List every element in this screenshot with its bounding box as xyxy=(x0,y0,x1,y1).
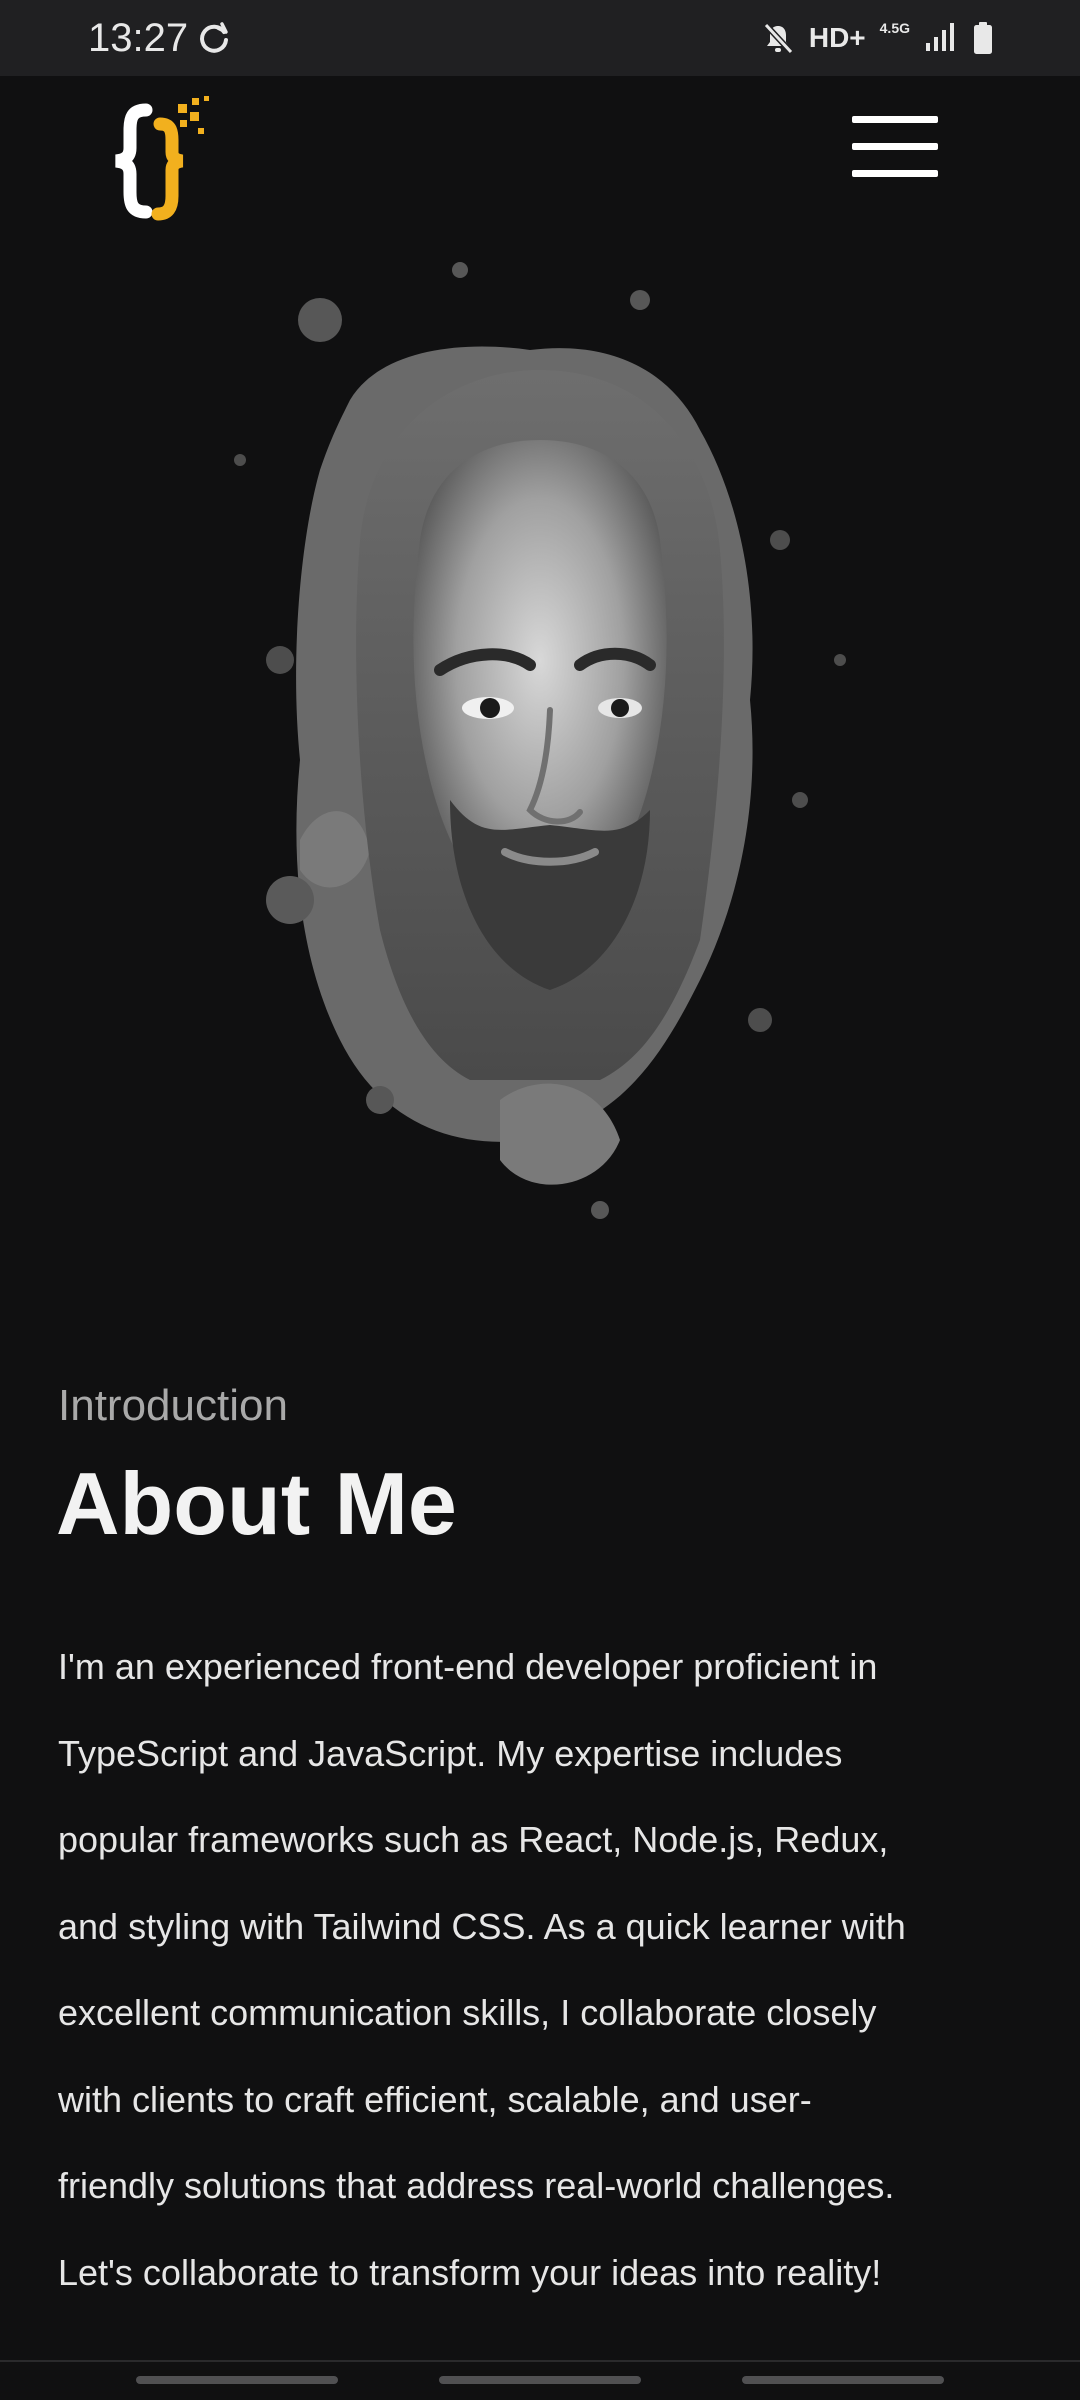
status-time: 13:27 xyxy=(88,16,189,60)
bio-line: TypeScript and JavaScript. My expertise … xyxy=(58,1732,843,1774)
page: 13:27 HD+ 4.5G Introduction About Me I'm… xyxy=(0,0,1080,2400)
hamburger-menu-icon xyxy=(852,116,938,123)
network-type: HD+ xyxy=(808,22,866,53)
page-title: About Me xyxy=(56,1454,457,1553)
mute-icon xyxy=(763,22,794,55)
status-icons: HD+ 4.5G xyxy=(761,16,994,60)
battery-icon xyxy=(974,22,992,54)
hamburger-menu-icon xyxy=(852,143,938,150)
status-bar: 13:27 HD+ 4.5G xyxy=(0,0,1080,76)
network-generation: 4.5G xyxy=(879,20,910,36)
site-header xyxy=(0,76,1080,226)
bio-line: I'm an experienced front-end developer p… xyxy=(58,1646,878,1687)
nav-pill-left[interactable] xyxy=(136,2376,338,2384)
bio-paragraph: I'm an experienced front-end developer p… xyxy=(58,1624,1028,2316)
nav-pill-center[interactable] xyxy=(439,2376,641,2384)
portrait-image xyxy=(234,262,846,1219)
nav-pill-right[interactable] xyxy=(742,2376,944,2384)
sync-icon xyxy=(200,22,228,53)
signal-icon xyxy=(926,23,954,51)
curly-braces-logo[interactable] xyxy=(108,96,218,226)
hamburger-menu-icon xyxy=(852,170,938,177)
bio-line: excellent communication skills, I collab… xyxy=(58,1992,877,2033)
navigation-bar xyxy=(0,2360,1080,2400)
bio-line: popular frameworks such as React, Node.j… xyxy=(58,1819,889,1860)
bio-line: Let's collaborate to transform your idea… xyxy=(58,2251,882,2293)
bio-line: with clients to craft efficient, scalabl… xyxy=(58,2078,812,2120)
bio-line: friendly solutions that address real-wor… xyxy=(58,2165,895,2206)
bio-line: and styling with Tailwind CSS. As a quic… xyxy=(58,1905,906,1947)
menu-button[interactable] xyxy=(852,116,940,186)
section-eyebrow: Introduction xyxy=(58,1381,288,1430)
